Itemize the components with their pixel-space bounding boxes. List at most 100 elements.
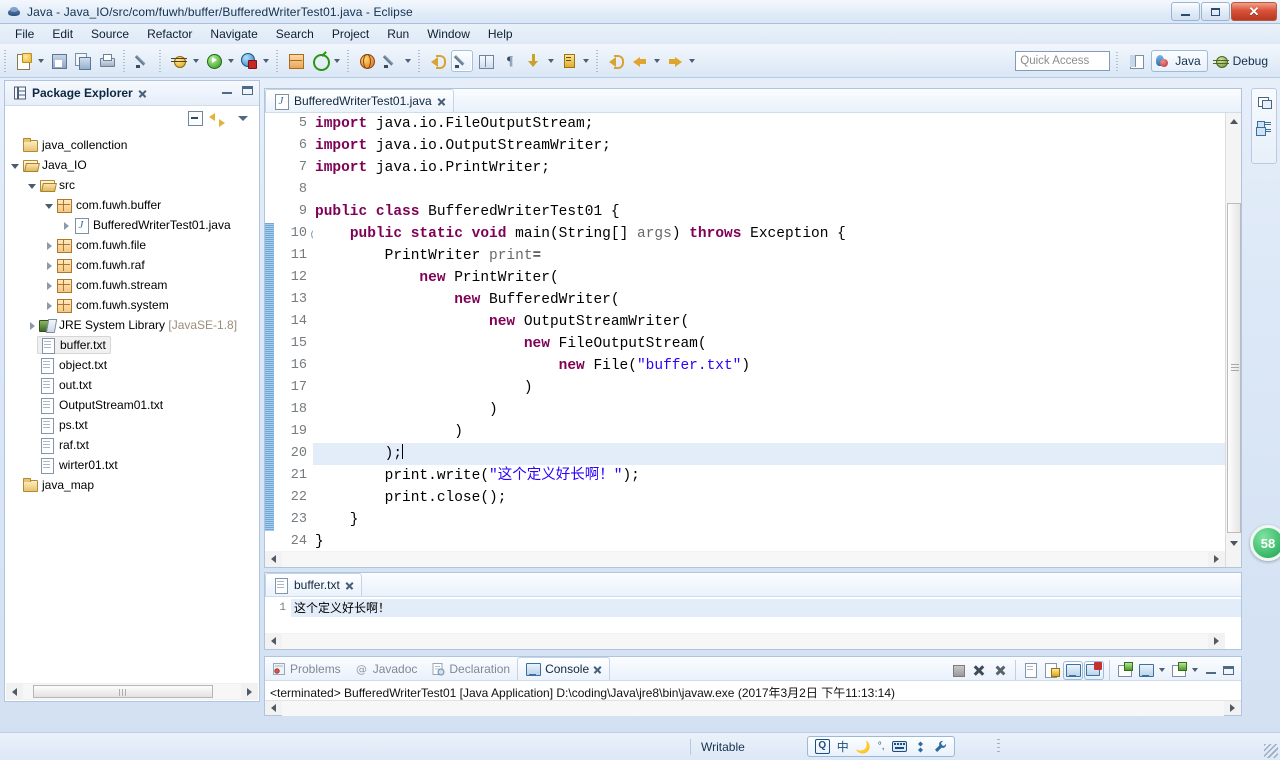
editor-vscrollbar[interactable] (1225, 113, 1241, 567)
menu-refactor[interactable]: Refactor (138, 25, 201, 43)
ime-mode-label[interactable]: 中 (837, 738, 849, 755)
tree-item[interactable]: OutputStream01.txt (5, 395, 259, 415)
code-line[interactable]: PrintWriter print= (313, 245, 1241, 267)
last-edit-button[interactable] (558, 50, 580, 72)
scroll-left-button[interactable] (6, 684, 23, 699)
debug-button[interactable] (168, 50, 190, 72)
print-button[interactable] (96, 50, 118, 72)
tree-item[interactable]: com.fuwh.system (5, 295, 259, 315)
menu-project[interactable]: Project (323, 25, 378, 43)
toggle-java-editor-button[interactable] (451, 49, 473, 72)
expand-arrow-icon[interactable] (26, 179, 39, 192)
tree-item[interactable]: out.txt (5, 375, 259, 395)
text-hscroll-track[interactable] (282, 633, 1208, 649)
terminate-button[interactable] (948, 661, 968, 680)
tree-item-content[interactable]: com.fuwh.system (56, 297, 169, 313)
tree-item-content[interactable]: com.fuwh.stream (56, 277, 167, 293)
tree-item-content[interactable]: com.fuwh.file (56, 237, 146, 253)
tree-item[interactable]: java_map (5, 475, 259, 495)
toolbar-grip-3[interactable] (158, 49, 163, 72)
code-line[interactable]: public static void main(String[] args) t… (313, 223, 1241, 245)
code-line[interactable]: public class BufferedWriterTest01 { (313, 201, 1241, 223)
tree-item-content[interactable]: out.txt (39, 377, 92, 394)
text-scroll-right-button[interactable] (1208, 634, 1225, 649)
menu-navigate[interactable]: Navigate (201, 25, 266, 43)
project-tree[interactable]: java_collenction Java_IO src com.fuwh.buffe… (5, 133, 259, 667)
new-console-view-button[interactable] (1169, 661, 1189, 680)
collapse-arrow-icon[interactable] (43, 279, 56, 292)
text-editor-hscrollbar[interactable] (265, 633, 1225, 649)
tree-item-content[interactable]: src (39, 177, 75, 193)
perspective-grip[interactable] (1115, 50, 1121, 71)
tree-item[interactable]: java_collenction (5, 135, 259, 155)
mark-occurrences-button[interactable] (132, 50, 154, 72)
next-edit-button[interactable] (523, 50, 545, 72)
scroll-lock-button[interactable] (1021, 661, 1041, 680)
toolbar-grip-2[interactable] (122, 49, 127, 72)
code-line[interactable]: import java.io.FileOutputStream; (313, 113, 1241, 135)
new-console-dropdown[interactable] (1190, 659, 1199, 681)
tree-item[interactable]: ps.txt (5, 415, 259, 435)
close-console-button[interactable] (1084, 660, 1104, 680)
code-line[interactable]: new File("buffer.txt") (313, 355, 1241, 377)
collapse-arrow-icon[interactable] (43, 259, 56, 272)
tree-item[interactable]: com.fuwh.stream (5, 275, 259, 295)
new-class-dropdown[interactable] (332, 50, 341, 72)
run-dropdown[interactable] (226, 50, 235, 72)
code-line[interactable]: new FileOutputStream( (313, 333, 1241, 355)
code-line[interactable]: print.write("这个定义好长啊！"); (313, 465, 1241, 487)
forward-dropdown[interactable] (687, 50, 696, 72)
tree-item[interactable]: com.fuwh.file (5, 235, 259, 255)
menu-file[interactable]: File (6, 25, 43, 43)
run-button[interactable] (203, 50, 225, 72)
tab-problems[interactable]: Problems (265, 657, 348, 680)
tab-buffer-txt[interactable]: buffer.txt (265, 573, 362, 596)
remove-all-terminated-button[interactable] (990, 661, 1010, 680)
tree-item[interactable]: wirter01.txt (5, 455, 259, 475)
tree-item-content[interactable]: J BufferedWriterTest01.java (73, 217, 231, 234)
scroll-right-button[interactable] (241, 684, 258, 699)
tree-item[interactable]: com.fuwh.raf (5, 255, 259, 275)
restore-view-button[interactable] (1254, 92, 1274, 112)
code-line[interactable]: ) (313, 421, 1241, 443)
close-button[interactable]: ✕ (1231, 2, 1277, 21)
menu-source[interactable]: Source (82, 25, 138, 43)
tree-item-content[interactable]: ps.txt (39, 417, 88, 434)
punctuation-icon[interactable]: °, (878, 741, 885, 752)
console-hscroll-track[interactable] (282, 700, 1224, 716)
toolbox-icon[interactable] (914, 741, 927, 753)
tree-item-content[interactable]: object.txt (39, 357, 107, 374)
tree-item-content[interactable]: java_collenction (22, 137, 127, 153)
code-line[interactable]: ) (313, 399, 1241, 421)
view-menu-button[interactable] (235, 110, 253, 128)
code-area[interactable]: import java.io.FileOutputStream; import j… (313, 113, 1241, 567)
expand-arrow-icon[interactable] (9, 159, 22, 172)
scroll-up-button[interactable] (1226, 113, 1242, 129)
tree-item[interactable]: J BufferedWriterTest01.java (5, 215, 259, 235)
open-console-button[interactable] (1115, 661, 1135, 680)
code-line[interactable]: ) (313, 377, 1241, 399)
new-wizard-dropdown[interactable] (36, 50, 45, 72)
last-edit-dropdown[interactable] (581, 50, 590, 72)
toolbar-grip-7[interactable] (595, 49, 600, 72)
editor-hscroll-track[interactable] (282, 551, 1208, 567)
code-line[interactable] (313, 179, 1241, 201)
next-edit-dropdown[interactable] (546, 50, 555, 72)
toolbar-grip-4[interactable] (275, 49, 280, 72)
hscroll-track[interactable] (23, 684, 241, 699)
save-button[interactable] (48, 50, 70, 72)
editor-scroll-left-button[interactable] (265, 552, 282, 567)
toolbar-grip[interactable] (3, 49, 8, 72)
minimize-button[interactable] (1171, 2, 1200, 21)
expand-arrow-icon[interactable] (43, 199, 56, 212)
back-history-button[interactable] (605, 50, 627, 72)
scroll-down-button[interactable] (1226, 535, 1242, 551)
recorder-badge[interactable]: 58 (1250, 525, 1280, 561)
code-line[interactable]: } (313, 509, 1241, 531)
tab-javadoc[interactable]: @ Javadoc (348, 657, 425, 680)
new-class-button[interactable] (309, 50, 331, 72)
save-all-button[interactable] (72, 50, 94, 72)
quick-access-input[interactable]: Quick Access (1015, 50, 1111, 71)
tree-item-content[interactable]: com.fuwh.raf (56, 257, 145, 273)
status-grip[interactable] (996, 738, 1000, 755)
